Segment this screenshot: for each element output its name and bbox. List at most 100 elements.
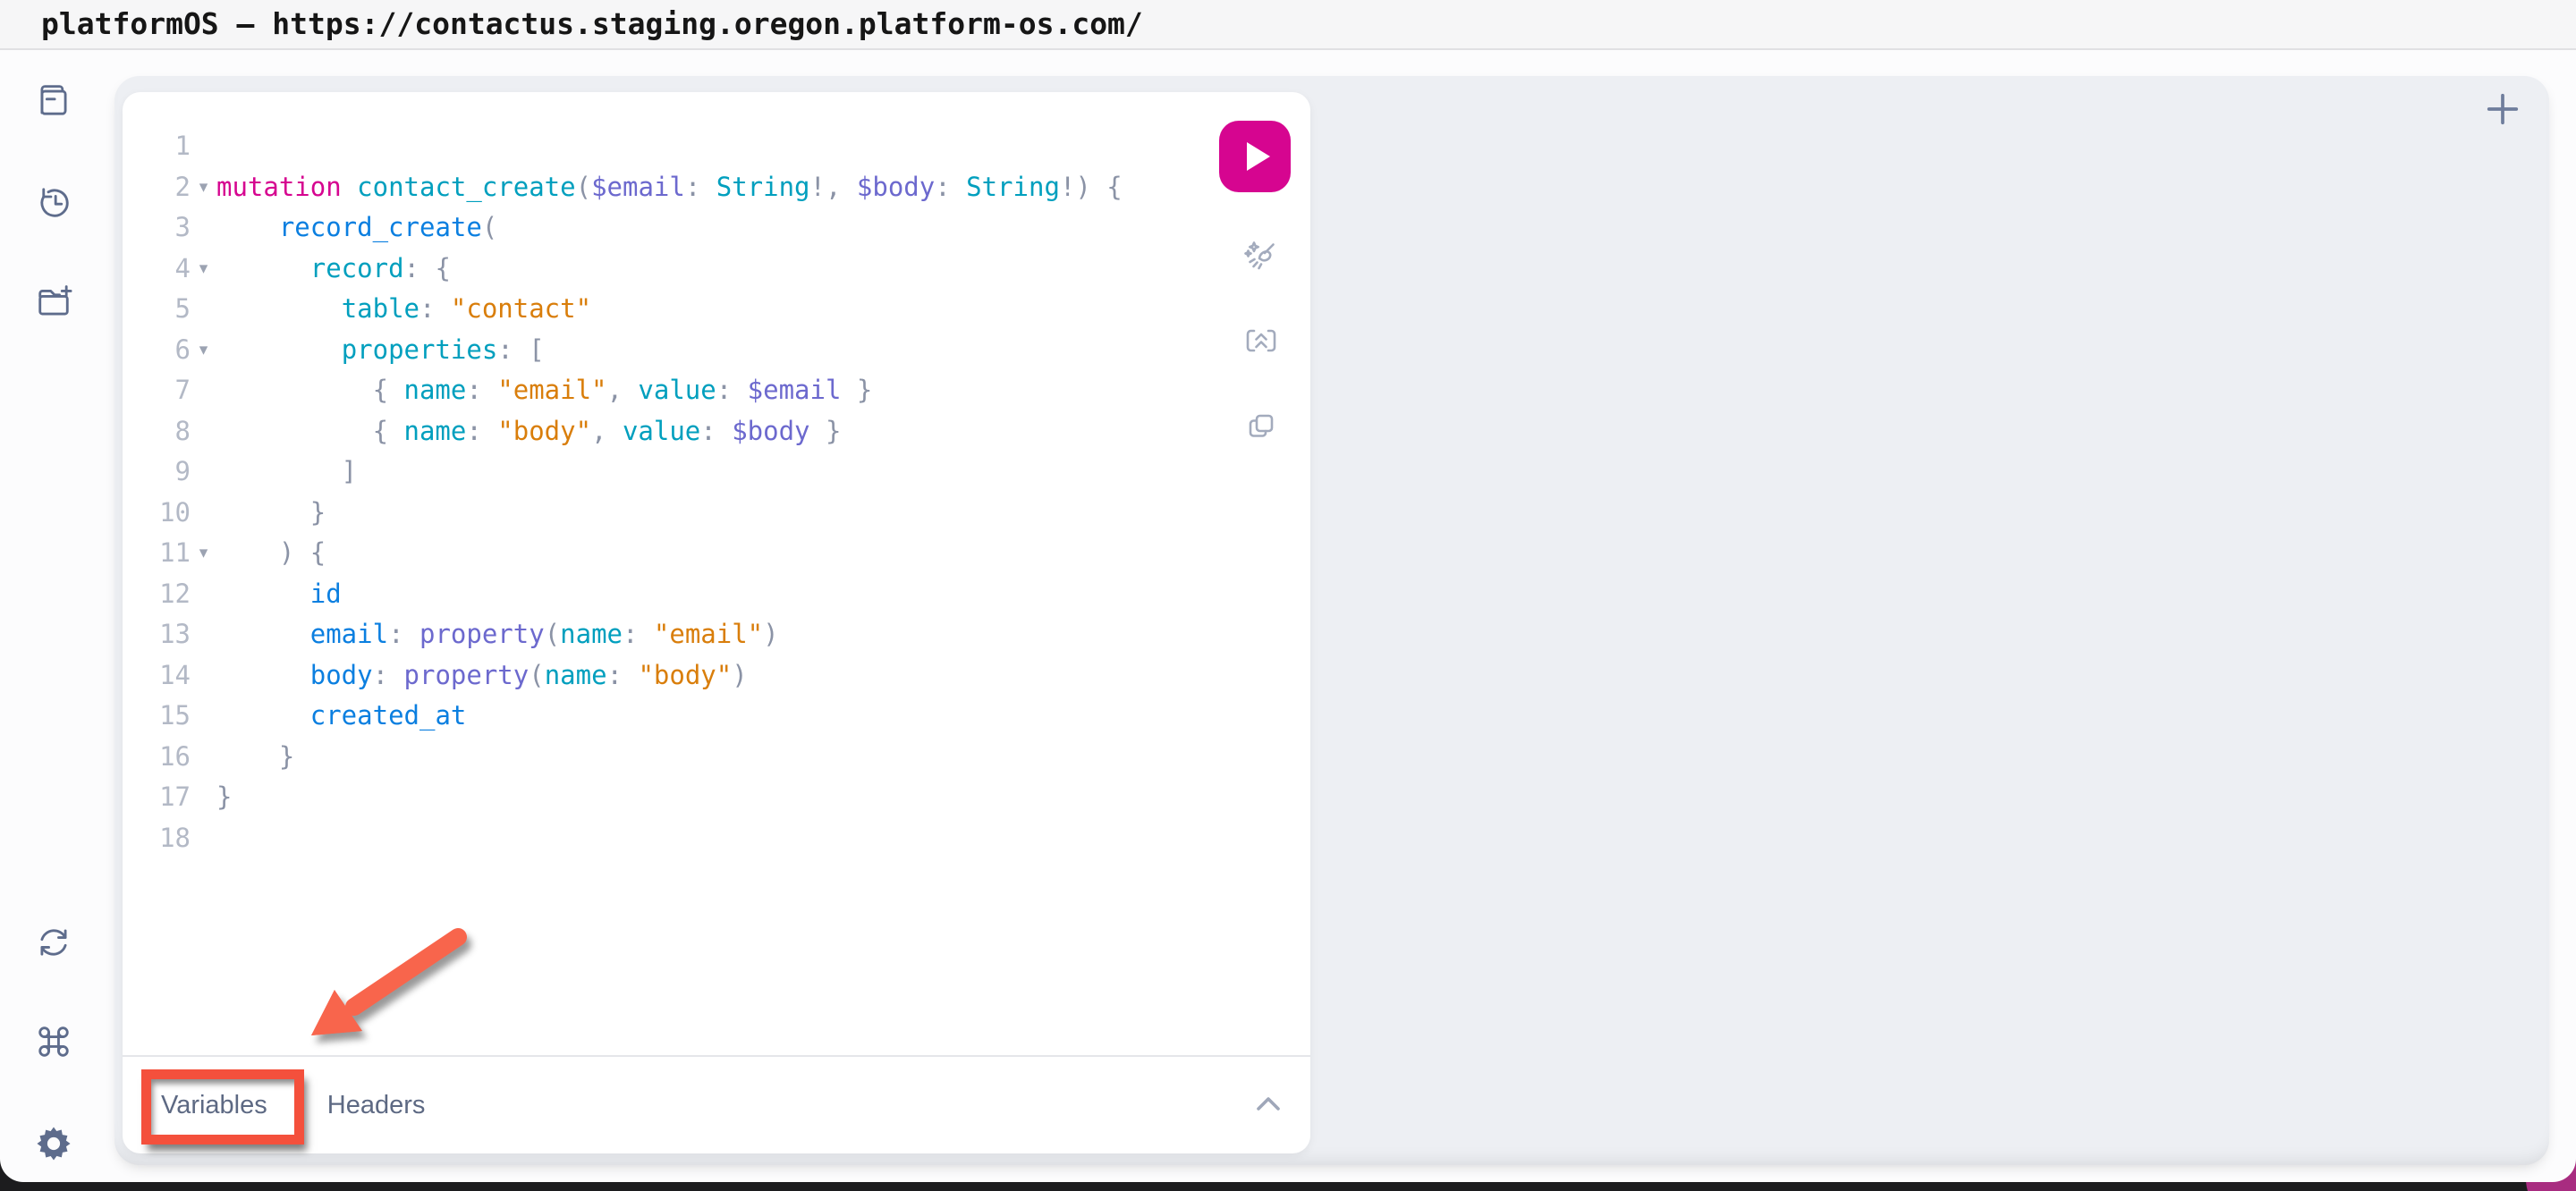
code-text: { name: "email", value: $email } (216, 370, 1310, 411)
refetch-schema-button[interactable] (32, 921, 75, 964)
window-title: platformOS — https://contactus.staging.o… (41, 0, 1143, 48)
window-titlebar: platformOS — https://contactus.staging.o… (0, 0, 2576, 50)
code-text: } (216, 777, 1310, 818)
line-number: 14 (123, 655, 191, 697)
code-text: email: property(name: "email") (216, 614, 1310, 655)
line-number: 1 (123, 126, 191, 167)
code-text: ] (216, 452, 1310, 493)
code-line: 14 body: property(name: "body") (123, 655, 1310, 697)
prettify-icon (1243, 239, 1279, 275)
history-icon (32, 181, 75, 224)
fold-marker-empty (191, 370, 216, 411)
line-number: 10 (123, 493, 191, 534)
code-text: mutation contact_create($email: String!,… (216, 167, 1310, 208)
shortcuts-icon (32, 1020, 75, 1063)
fold-marker-empty (191, 289, 216, 330)
code-line: 18 (123, 818, 1310, 859)
collections-icon (32, 281, 75, 324)
keyboard-shortcuts-button[interactable] (32, 1020, 75, 1063)
merge-fragments-icon (1243, 323, 1279, 359)
line-number: 15 (123, 696, 191, 737)
fold-marker-empty (191, 655, 216, 697)
fold-marker-empty (191, 207, 216, 249)
code-text: properties: [ (216, 330, 1310, 371)
docs-icon (32, 80, 75, 122)
code-line: 1 (123, 126, 1310, 167)
line-number: 2 (123, 167, 191, 208)
fold-marker-empty (191, 696, 216, 737)
code-line: 6▾ properties: [ (123, 330, 1310, 371)
query-editor[interactable]: 12▾mutation contact_create($email: Strin… (123, 126, 1310, 858)
chevron-up-icon (1253, 1094, 1284, 1114)
fold-marker-icon[interactable]: ▾ (191, 249, 216, 290)
code-text: } (216, 737, 1310, 778)
fold-marker-icon[interactable]: ▾ (191, 533, 216, 574)
merge-fragments-button[interactable] (1243, 323, 1279, 359)
settings-icon (32, 1122, 75, 1165)
refetch-icon (32, 921, 75, 964)
code-text: { name: "body", value: $body } (216, 411, 1310, 452)
docs-button[interactable] (32, 80, 75, 122)
code-line: 8 { name: "body", value: $body } (123, 411, 1310, 452)
line-number: 8 (123, 411, 191, 452)
line-number: 16 (123, 737, 191, 778)
line-number: 12 (123, 574, 191, 615)
copy-icon (1243, 409, 1279, 444)
code-line: 4▾ record: { (123, 249, 1310, 290)
code-text: ) { (216, 533, 1310, 574)
code-line: 17} (123, 777, 1310, 818)
code-text (216, 126, 1310, 167)
fold-marker-icon[interactable]: ▾ (191, 330, 216, 371)
execute-query-button[interactable] (1219, 121, 1291, 192)
line-number: 13 (123, 614, 191, 655)
line-number: 11 (123, 533, 191, 574)
annotation-highlight-box (141, 1069, 304, 1145)
line-number: 17 (123, 777, 191, 818)
code-text: id (216, 574, 1310, 615)
code-line: 11▾ ) { (123, 533, 1310, 574)
code-line: 2▾mutation contact_create($email: String… (123, 167, 1310, 208)
fold-marker-empty (191, 452, 216, 493)
code-line: 3 record_create( (123, 207, 1310, 249)
code-text: created_at (216, 696, 1310, 737)
fold-marker-empty (191, 737, 216, 778)
tab-headers[interactable]: Headers (327, 1091, 426, 1120)
settings-button[interactable] (32, 1122, 75, 1165)
code-line: 5 table: "contact" (123, 289, 1310, 330)
code-text (216, 818, 1310, 859)
code-line: 13 email: property(name: "email") (123, 614, 1310, 655)
line-number: 5 (123, 289, 191, 330)
line-number: 9 (123, 452, 191, 493)
code-text: table: "contact" (216, 289, 1310, 330)
app-window: platformOS — https://contactus.staging.o… (0, 0, 2576, 1182)
code-line: 15 created_at (123, 696, 1310, 737)
line-number: 6 (123, 330, 191, 371)
history-button[interactable] (32, 181, 75, 224)
fold-marker-empty (191, 777, 216, 818)
code-text: record_create( (216, 207, 1310, 249)
plus-icon (2481, 88, 2524, 131)
code-line: 7 { name: "email", value: $email } (123, 370, 1310, 411)
annotation-arrow (295, 921, 492, 1055)
line-number: 7 (123, 370, 191, 411)
line-number: 3 (123, 207, 191, 249)
play-icon (1219, 121, 1291, 192)
code-text: record: { (216, 249, 1310, 290)
add-tab-button[interactable] (2481, 88, 2524, 131)
code-line: 9 ] (123, 452, 1310, 493)
fold-marker-icon[interactable]: ▾ (191, 167, 216, 208)
fold-marker-empty (191, 574, 216, 615)
line-number: 4 (123, 249, 191, 290)
fold-marker-empty (191, 493, 216, 534)
code-text: } (216, 493, 1310, 534)
collections-button[interactable] (32, 281, 75, 324)
fold-marker-empty (191, 614, 216, 655)
prettify-button[interactable] (1243, 239, 1279, 275)
code-line: 10 } (123, 493, 1310, 534)
fold-marker-empty (191, 126, 216, 167)
code-line: 16 } (123, 737, 1310, 778)
code-text: body: property(name: "body") (216, 655, 1310, 697)
collapse-footer-button[interactable] (1253, 1093, 1284, 1118)
line-number: 18 (123, 818, 191, 859)
copy-query-button[interactable] (1243, 409, 1279, 444)
